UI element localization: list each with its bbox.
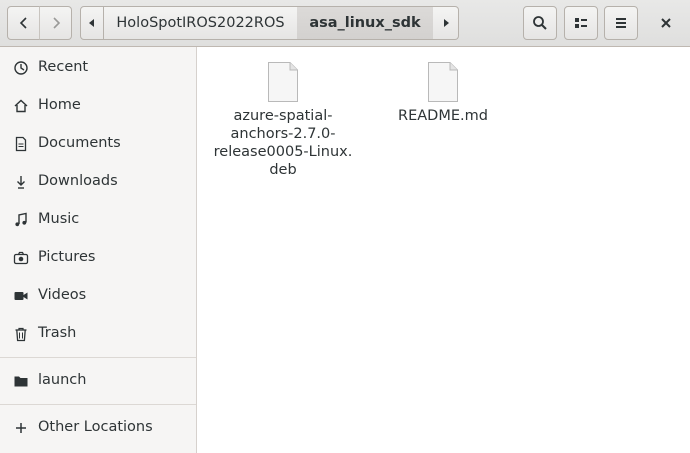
triangle-right-icon bbox=[443, 19, 449, 27]
pathbar-scroll-right-button[interactable] bbox=[433, 6, 459, 40]
sidebar-item-label: Videos bbox=[38, 287, 87, 303]
breadcrumb-item[interactable]: HoloSpotIROS2022ROS bbox=[104, 6, 298, 40]
sidebar-separator bbox=[0, 404, 196, 405]
sidebar-item-documents[interactable]: Documents bbox=[0, 125, 196, 163]
sidebar-item-trash[interactable]: Trash bbox=[0, 315, 196, 353]
pathbar-scroll-left-button[interactable] bbox=[80, 6, 104, 40]
close-button[interactable] bbox=[648, 6, 684, 40]
sidebar-item-launch[interactable]: launch bbox=[0, 362, 196, 400]
view-list-icon bbox=[575, 18, 587, 28]
header-bar: HoloSpotIROS2022ROS asa_linux_sdk bbox=[0, 0, 690, 47]
file-icon bbox=[428, 62, 458, 102]
menu-button[interactable] bbox=[604, 6, 638, 40]
sidebar-item-label: Recent bbox=[38, 59, 89, 75]
plus-icon bbox=[13, 420, 29, 436]
sidebar-item-label: Trash bbox=[38, 325, 77, 341]
music-icon bbox=[13, 212, 29, 228]
hamburger-menu-icon bbox=[616, 18, 626, 28]
file-name: azure-spatial- anchors-2.7.0- release000… bbox=[213, 108, 353, 178]
chevron-right-icon bbox=[52, 17, 60, 29]
file-item[interactable]: azure-spatial- anchors-2.7.0- release000… bbox=[213, 61, 353, 179]
sidebar-item-other-locations[interactable]: Other Locations bbox=[0, 409, 196, 447]
sidebar: Recent Home Documents Downloads Music Pi… bbox=[0, 47, 197, 453]
sidebar-item-label: Music bbox=[38, 211, 80, 227]
sidebar-item-label: Other Locations bbox=[38, 419, 153, 435]
sidebar-item-label: Documents bbox=[38, 135, 121, 151]
file-view[interactable]: azure-spatial- anchors-2.7.0- release000… bbox=[198, 47, 690, 453]
close-icon bbox=[661, 18, 671, 28]
camera-icon bbox=[13, 250, 29, 266]
breadcrumb-item-active[interactable]: asa_linux_sdk bbox=[297, 6, 434, 40]
file-item[interactable]: README.md bbox=[373, 61, 513, 125]
sidebar-item-label: Pictures bbox=[38, 249, 96, 265]
home-icon bbox=[13, 98, 29, 114]
clock-icon bbox=[13, 60, 29, 76]
view-toggle-button[interactable] bbox=[564, 6, 598, 40]
sidebar-item-recent[interactable]: Recent bbox=[0, 49, 196, 87]
sidebar-item-label: launch bbox=[38, 372, 87, 388]
sidebar-item-videos[interactable]: Videos bbox=[0, 277, 196, 315]
file-icon bbox=[268, 62, 298, 102]
sidebar-item-label: Downloads bbox=[38, 173, 118, 189]
sidebar-item-label: Home bbox=[38, 97, 81, 113]
back-button[interactable] bbox=[7, 6, 40, 40]
sidebar-item-home[interactable]: Home bbox=[0, 87, 196, 125]
trash-icon bbox=[13, 326, 29, 342]
sidebar-separator bbox=[0, 357, 196, 358]
chevron-left-icon bbox=[19, 17, 27, 29]
sidebar-item-pictures[interactable]: Pictures bbox=[0, 239, 196, 277]
search-button[interactable] bbox=[523, 6, 557, 40]
video-icon bbox=[13, 288, 29, 304]
sidebar-item-downloads[interactable]: Downloads bbox=[0, 163, 196, 201]
folder-icon bbox=[13, 373, 29, 389]
triangle-left-icon bbox=[89, 19, 94, 27]
sidebar-item-music[interactable]: Music bbox=[0, 201, 196, 239]
download-icon bbox=[13, 174, 29, 190]
search-icon bbox=[533, 16, 547, 30]
document-icon bbox=[13, 136, 29, 152]
file-name: README.md bbox=[398, 108, 488, 124]
forward-button[interactable] bbox=[39, 6, 72, 40]
